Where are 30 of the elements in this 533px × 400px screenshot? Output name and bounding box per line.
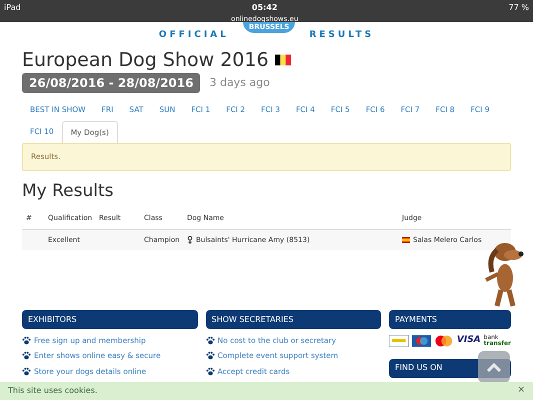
paw-icon: [206, 336, 214, 346]
chevron-up-icon: [487, 362, 501, 372]
relative-date: 3 days ago: [209, 74, 270, 91]
scroll-to-top-button[interactable]: [478, 351, 510, 383]
event-title: European Dog Show 2016: [22, 48, 269, 72]
results-heading: My Results: [22, 180, 115, 202]
table-cell: [22, 228, 44, 250]
female-symbol-icon: [187, 236, 193, 244]
device-name: iPad: [4, 2, 21, 14]
section-header: PAYMENTS: [389, 310, 511, 329]
card-logo-icon: [412, 334, 432, 347]
battery-level: 77 %: [508, 2, 529, 14]
card-logo-icon: [434, 334, 454, 347]
belgium-flag-icon: [274, 54, 291, 66]
section-header: SHOW SECRETARIES: [206, 310, 381, 329]
spain-flag-icon: [402, 236, 410, 243]
date-range-badge: 26/08/2016 - 28/08/2016: [22, 73, 200, 93]
paw-icon: [206, 366, 214, 376]
paw-icon: [206, 351, 214, 360]
bank-card-icon: [389, 334, 409, 347]
visa-logo: VISA: [456, 334, 481, 347]
clock-time: 05:42: [252, 2, 278, 14]
paw-icon: [22, 336, 31, 346]
paw-icon: [22, 351, 31, 360]
logo-text: RESULTS: [309, 28, 374, 42]
close-button[interactable]: ×: [517, 384, 525, 398]
paw-icon: [22, 366, 31, 376]
section-header: EXHIBITORS: [22, 310, 198, 329]
cookie-message: This site uses cookies.: [8, 385, 98, 397]
logo-text: OFFICIAL: [158, 28, 229, 42]
